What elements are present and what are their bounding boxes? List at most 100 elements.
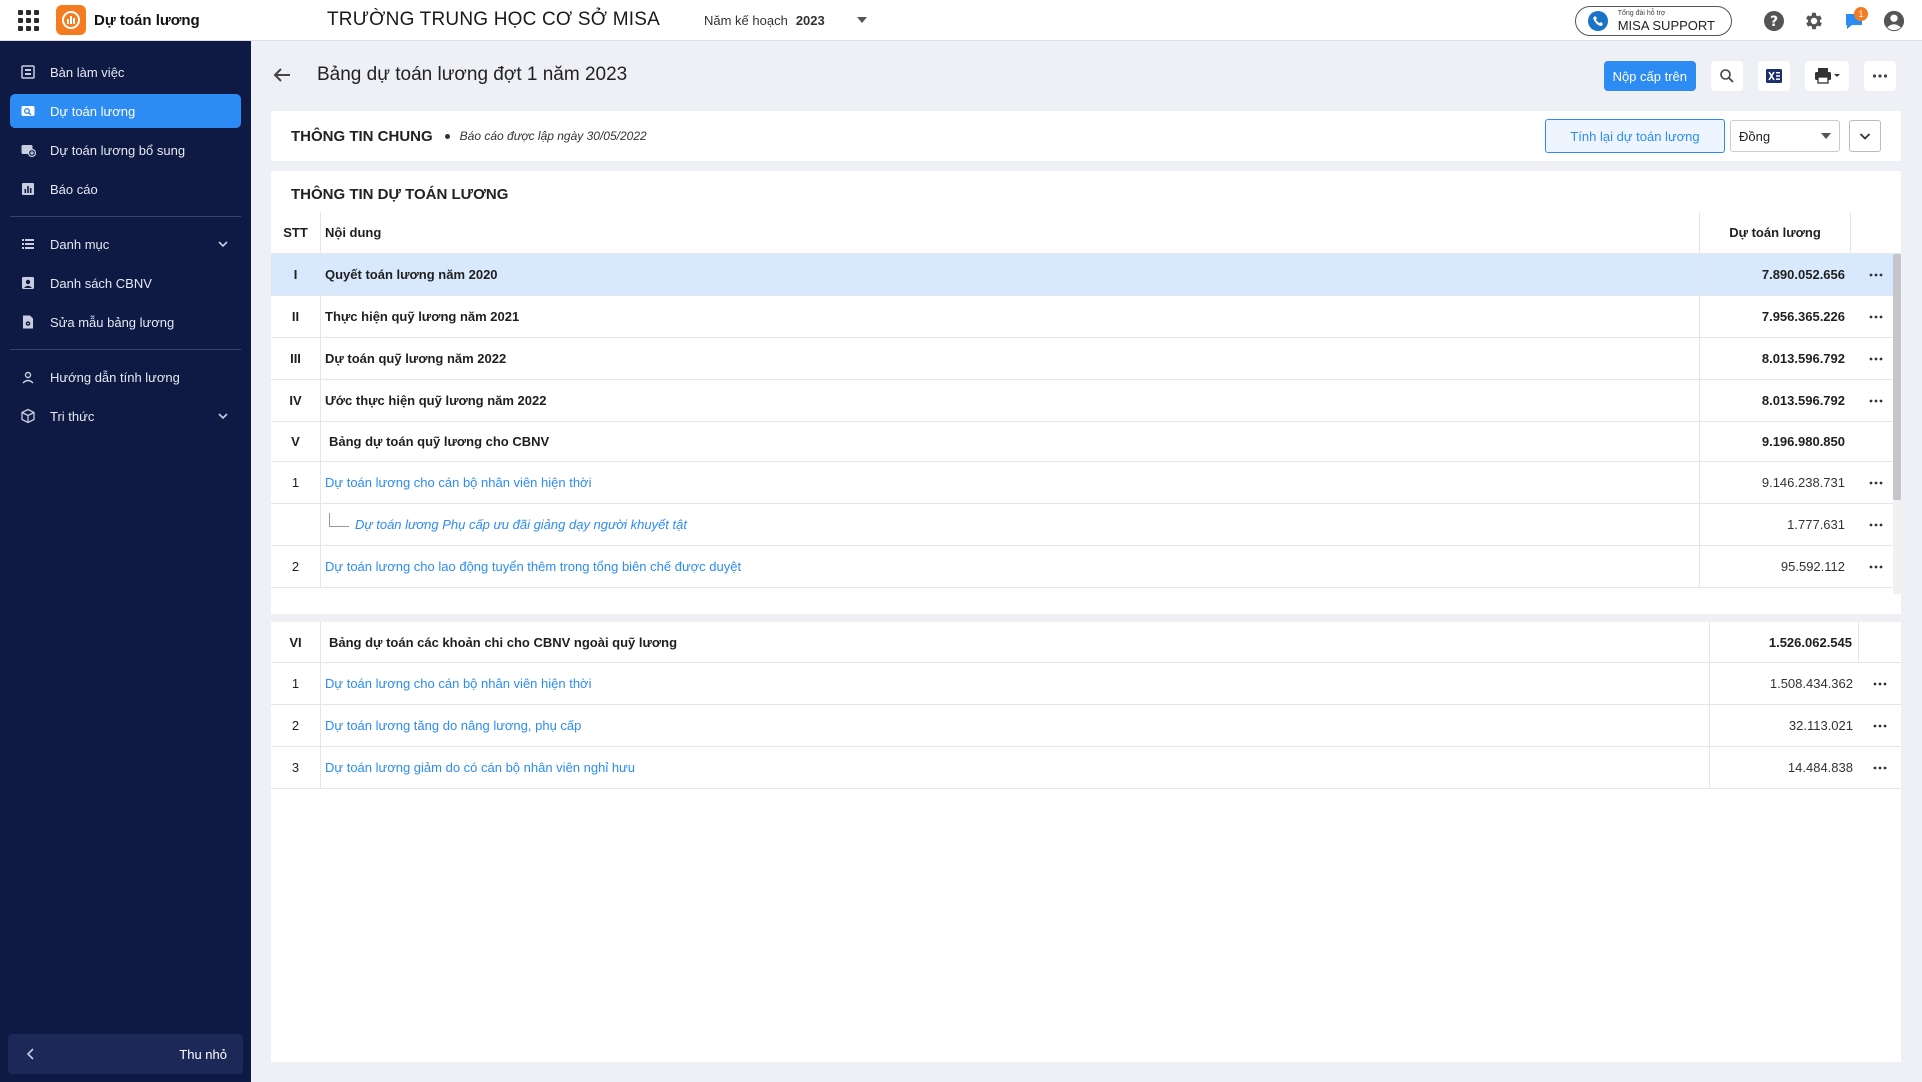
user-avatar-icon[interactable] <box>1874 0 1914 41</box>
row-content-link[interactable]: Dự toán lương cho lao động tuyển thêm tr… <box>321 546 1699 587</box>
sidebar-item-label: Danh mục <box>50 236 110 252</box>
row-content-link[interactable]: Dự toán lương tăng do nâng lương, phụ cấ… <box>321 705 1709 746</box>
row-action-empty <box>1859 622 1901 662</box>
more-horizontal-icon <box>1869 315 1883 318</box>
search-icon <box>1720 69 1734 83</box>
table-row[interactable]: VI Bảng dự toán các khoản chi cho CBNV n… <box>271 622 1901 663</box>
row-value: 32.113.021 <box>1709 705 1859 746</box>
svg-text:?: ? <box>1770 14 1778 30</box>
notification-badge: 1 <box>1854 7 1868 21</box>
row-stt: 2 <box>271 705 321 746</box>
row-stt: VI <box>271 622 321 662</box>
section-separator <box>271 614 1901 622</box>
table-row[interactable]: III Dự toán quỹ lương năm 2022 8.013.596… <box>271 338 1901 380</box>
chevron-down-icon <box>856 17 867 23</box>
sidebar-divider <box>10 349 241 350</box>
row-content-link[interactable]: Dự toán lương cho cán bộ nhân viên hiện … <box>321 663 1709 704</box>
row-value: 14.484.838 <box>1709 747 1859 788</box>
more-horizontal-icon <box>1869 565 1883 568</box>
sidebar-item-salary-estimate[interactable]: Dự toán lương <box>10 94 241 128</box>
row-value: 1.508.434.362 <box>1709 663 1859 704</box>
collapse-label: Thu nhỏ <box>179 1046 227 1062</box>
print-button[interactable] <box>1805 61 1849 91</box>
currency-select[interactable]: Đồng <box>1730 120 1840 152</box>
expand-toggle-button[interactable] <box>1849 120 1881 152</box>
sidebar-item-reports[interactable]: Báo cáo <box>10 172 241 206</box>
sidebar: Bàn làm việc Dự toán lương Dự toán lương… <box>0 41 251 1082</box>
sidebar-item-edit-template[interactable]: Sửa mẫu bảng lương <box>10 305 241 339</box>
sidebar-item-categories[interactable]: Danh mục <box>10 227 241 261</box>
row-stt: 3 <box>271 747 321 788</box>
sidebar-item-salary-guide[interactable]: Hướng dẫn tính lương <box>10 360 241 394</box>
row-content-link[interactable]: Dự toán lương cho cán bộ nhân viên hiện … <box>321 462 1699 503</box>
support-button[interactable]: Tổng đài hỗ trợ MISA SUPPORT <box>1574 5 1732 36</box>
row-stt <box>271 504 321 545</box>
organization-name: TRƯỜNG TRUNG HỌC CƠ SỞ MISA <box>327 9 660 30</box>
row-value: 8.013.596.792 <box>1699 338 1851 379</box>
collapse-sidebar-button[interactable]: Thu nhỏ <box>8 1034 243 1074</box>
app-launcher-icon[interactable] <box>0 0 56 41</box>
more-horizontal-icon <box>1869 523 1883 526</box>
row-stt: 1 <box>271 462 321 503</box>
row-more-button[interactable] <box>1859 705 1901 746</box>
table-row[interactable]: 2 Dự toán lương cho lao động tuyển thêm … <box>271 546 1901 588</box>
help-icon[interactable]: ? <box>1754 0 1794 41</box>
search-button[interactable] <box>1711 61 1743 91</box>
table-row[interactable]: 2 Dự toán lương tăng do nâng lương, phụ … <box>271 705 1901 747</box>
row-value: 9.196.980.850 <box>1699 422 1851 461</box>
recalculate-button[interactable]: Tính lại dự toán lương <box>1545 119 1725 153</box>
estimate-icon <box>21 106 35 116</box>
chevron-down-icon <box>1859 133 1871 140</box>
row-value: 1.777.631 <box>1699 504 1851 545</box>
sidebar-item-knowledge[interactable]: Tri thức <box>10 399 241 433</box>
row-content: Quyết toán lương năm 2020 <box>325 267 498 282</box>
row-value: 8.013.596.792 <box>1699 380 1851 421</box>
general-info-card: THÔNG TIN CHUNG Báo cáo được lập ngày 30… <box>271 111 1901 161</box>
row-content-sublink[interactable]: Dự toán lương Phụ cấp ưu đãi giảng dạy n… <box>321 504 1699 545</box>
main-content: Bảng dự toán lương đợt 1 năm 2023 Nộp cấ… <box>251 41 1922 1082</box>
plan-year-selector[interactable]: Năm kế hoạch 2023 <box>704 13 867 28</box>
sidebar-item-staff-list[interactable]: Danh sách CBNV <box>10 266 241 300</box>
currency-value: Đồng <box>1739 128 1771 144</box>
plan-year-label: Năm kế hoạch <box>704 12 788 28</box>
submit-to-superior-button[interactable]: Nộp cấp trên <box>1603 61 1696 91</box>
page-header: Bảng dự toán lương đợt 1 năm 2023 Nộp cấ… <box>251 41 1922 108</box>
table-row[interactable]: I Quyết toán lương năm 2020 7.890.052.65… <box>271 254 1901 296</box>
notification-chat-icon[interactable]: 1 <box>1834 0 1874 41</box>
more-options-button[interactable] <box>1864 61 1896 91</box>
general-info-title: THÔNG TIN CHUNG <box>291 127 433 145</box>
table-row[interactable]: 1 Dự toán lương cho cán bộ nhân viên hiệ… <box>271 462 1901 504</box>
sidebar-item-label: Danh sách CBNV <box>50 275 152 291</box>
support-caption: Tổng đài hỗ trợ <box>1617 9 1666 17</box>
table-row[interactable]: 3 Dự toán lương giảm do có cán bộ nhân v… <box>271 747 1901 789</box>
row-stt: I <box>271 254 321 295</box>
row-content: Bảng dự toán các khoản chi cho CBNV ngoà… <box>329 634 678 650</box>
row-more-button[interactable] <box>1859 747 1901 788</box>
more-horizontal-icon <box>1873 682 1887 685</box>
row-content-link[interactable]: Dự toán lương giảm do có cán bộ nhân viê… <box>321 747 1709 788</box>
guide-icon <box>22 371 34 384</box>
sub-item-label: Dự toán lương Phụ cấp ưu đãi giảng dạy n… <box>355 517 687 532</box>
sidebar-item-label: Tri thức <box>50 408 95 424</box>
chevron-down-icon <box>218 413 228 420</box>
row-value: 95.592.112 <box>1699 546 1851 587</box>
table-row[interactable]: 1 Dự toán lương cho cán bộ nhân viên hiệ… <box>271 663 1901 705</box>
export-excel-button[interactable] <box>1758 61 1790 91</box>
knowledge-icon <box>21 408 35 424</box>
phone-icon <box>1587 10 1608 31</box>
table-row[interactable]: II Thực hiện quỹ lương năm 2021 7.956.36… <box>271 296 1901 338</box>
table-row[interactable]: V Bảng dự toán quỹ lương cho CBNV 9.196.… <box>271 422 1901 462</box>
settings-gear-icon[interactable] <box>1794 0 1834 41</box>
table-row[interactable]: IV Ước thực hiện quỹ lương năm 2022 8.01… <box>271 380 1901 422</box>
sidebar-item-workdesk[interactable]: Bàn làm việc <box>10 55 241 89</box>
more-horizontal-icon <box>1869 399 1883 402</box>
back-arrow-icon[interactable] <box>267 60 297 90</box>
sidebar-item-supplement-estimate[interactable]: Dự toán lương bổ sung <box>10 133 241 167</box>
staff-icon <box>22 277 34 289</box>
brand[interactable]: Dự toán lương <box>56 5 271 35</box>
template-icon <box>23 315 33 329</box>
sidebar-item-label: Dự toán lương bổ sung <box>50 142 186 158</box>
table-scrollbar-thumb[interactable] <box>1893 254 1901 500</box>
row-more-button[interactable] <box>1859 663 1901 704</box>
table-row[interactable]: Dự toán lương Phụ cấp ưu đãi giảng dạy n… <box>271 504 1901 546</box>
